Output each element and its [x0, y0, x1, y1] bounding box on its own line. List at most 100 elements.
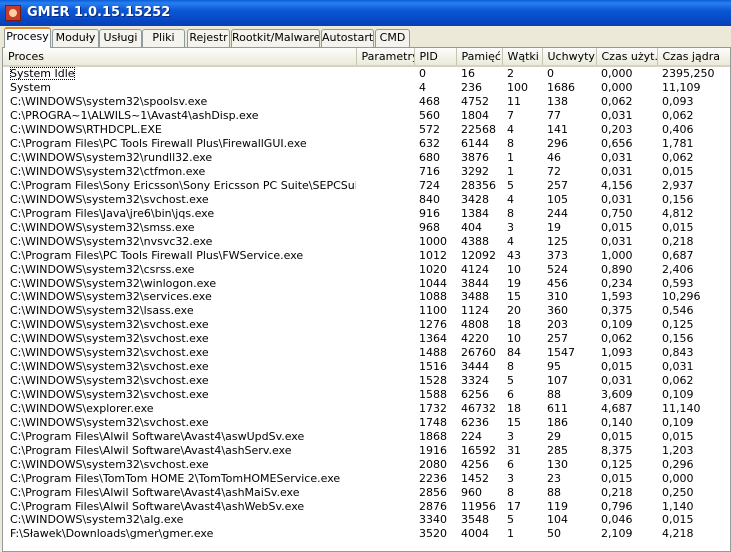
process-pid: 2856: [419, 485, 447, 499]
tab-procesy[interactable]: Procesy: [4, 27, 51, 48]
column-header-pamiec[interactable]: Pamięć: [456, 48, 503, 67]
table-row[interactable]: C:\WINDOWS\system32\svchost.exe 1488 26760…: [3, 346, 730, 360]
tab-cmd[interactable]: CMD: [375, 29, 410, 47]
process-params: [356, 360, 414, 374]
table-row[interactable]: C:\WINDOWS\system32\svchost.exe 1364 4220 1…: [3, 332, 730, 346]
table-row[interactable]: C:\Program Files\Java\jre6\bin\jqs.exe 91…: [3, 206, 730, 220]
table-row[interactable]: C:\WINDOWS\explorer.exe 1732 46732 18 611 4,6…: [3, 402, 730, 416]
table-row[interactable]: C:\Program Files\PC Tools Firewall Plus\…: [3, 248, 730, 262]
process-params: [356, 165, 414, 179]
table-row[interactable]: C:\WINDOWS\system32\alg.exe 3340 3548 5 104 0…: [3, 513, 730, 527]
table-row[interactable]: C:\Program Files\Alwil Software\Avast4\a…: [3, 485, 730, 499]
table-row[interactable]: F:\Sławek\Downloads\gmer\gmer.exe 3520 400…: [3, 527, 730, 541]
tab-rootkit-malware[interactable]: Rootkit/Malware: [231, 29, 320, 47]
process-handles: 310: [547, 290, 568, 304]
table-row[interactable]: C:\WINDOWS\system32\smss.exe 968 404 3 19 0,0…: [3, 220, 730, 234]
process-handles: 23: [547, 471, 561, 485]
table-row[interactable]: C:\WINDOWS\system32\lsass.exe 1100 1124 20 3…: [3, 304, 730, 318]
table-row[interactable]: C:\WINDOWS\system32\csrss.exe 1020 4124 10 5…: [3, 262, 730, 276]
table-row[interactable]: C:\Program Files\Sony Ericsson\Sony Eric…: [3, 179, 730, 193]
column-header-uchwyty[interactable]: Uchwyty: [542, 48, 597, 67]
column-header-czas-uzyt[interactable]: Czas użyt.: [596, 48, 658, 67]
process-handles: 0: [547, 67, 554, 81]
table-row[interactable]: C:\WINDOWS\system32\svchost.exe 1588 6256 6…: [3, 388, 730, 402]
tab-rejestr[interactable]: Rejestr: [187, 29, 230, 47]
process-user-time: 0,031: [601, 192, 633, 206]
process-name-text: C:\WINDOWS\system32\svchost.exe: [10, 192, 209, 206]
table-row[interactable]: C:\Program Files\TomTom HOME 2\TomTomHOM…: [3, 471, 730, 485]
process-user-time: 0,656: [601, 137, 633, 151]
process-threads: 84: [507, 346, 521, 360]
process-memory: 22568: [461, 123, 496, 137]
process-kernel-time: 0,093: [662, 95, 694, 109]
process-params: [356, 220, 414, 234]
table-row[interactable]: C:\WINDOWS\RTHDCPL.EXE 572 22568 4 141 0,203 0…: [3, 123, 730, 137]
process-user-time: 0,890: [601, 262, 633, 276]
process-memory: 224: [461, 429, 482, 443]
process-pid: 2236: [419, 471, 447, 485]
tab-strip: Procesy Moduły Usługi Pliki Rejestr Root…: [0, 26, 731, 48]
process-pid: 3340: [419, 513, 447, 527]
table-row[interactable]: C:\WINDOWS\system32\svchost.exe 840 3428 4 1…: [3, 192, 730, 206]
process-threads: 8: [507, 360, 514, 374]
process-name-text: C:\Program Files\Alwil Software\Avast4\a…: [10, 429, 305, 443]
table-row[interactable]: C:\Program Files\Alwil Software\Avast4\a…: [3, 443, 730, 457]
process-pid: 724: [419, 178, 440, 192]
process-threads: 7: [507, 109, 514, 123]
process-handles: 611: [547, 401, 568, 415]
table-row[interactable]: C:\WINDOWS\system32\spoolsv.exe 468 4752 11…: [3, 95, 730, 109]
column-header-parametry[interactable]: Parametry: [356, 48, 415, 67]
process-memory: 4004: [461, 527, 489, 541]
table-row[interactable]: C:\WINDOWS\system32\svchost.exe 2080 4256 6…: [3, 457, 730, 471]
tab-uslugi[interactable]: Usługi: [99, 29, 142, 47]
process-name: F:\Sławek\Downloads\gmer\gmer.exe: [3, 527, 356, 541]
column-header-czas-jadra[interactable]: Czas jądra: [657, 48, 730, 67]
tab-pliki[interactable]: Pliki: [142, 29, 185, 47]
process-user-time: 0,015: [601, 360, 633, 374]
table-row[interactable]: C:\WINDOWS\system32\rundll32.exe 680 3876 1…: [3, 151, 730, 165]
table-row[interactable]: C:\WINDOWS\system32\nvsvc32.exe 1000 4388 4…: [3, 234, 730, 248]
tab-autostart[interactable]: Autostart: [321, 29, 374, 47]
process-threads: 5: [507, 178, 514, 192]
table-row[interactable]: C:\Program Files\Alwil Software\Avast4\a…: [3, 499, 730, 513]
process-memory: 236: [461, 81, 482, 95]
process-pid: 1012: [419, 248, 447, 262]
table-row[interactable]: C:\WINDOWS\system32\svchost.exe 1276 4808 1…: [3, 318, 730, 332]
table-row[interactable]: C:\Program Files\Alwil Software\Avast4\a…: [3, 429, 730, 443]
table-row[interactable]: C:\WINDOWS\system32\svchost.exe 1528 3324 5…: [3, 374, 730, 388]
table-row[interactable]: C:\PROGRA~1\ALWILS~1\Avast4\ashDisp.exe 5…: [3, 109, 730, 123]
table-row[interactable]: C:\WINDOWS\system32\services.exe 1088 3488…: [3, 290, 730, 304]
process-name: System Idle: [3, 66, 356, 81]
table-row[interactable]: C:\Program Files\PC Tools Firewall Plus\…: [3, 137, 730, 151]
table-row[interactable]: C:\WINDOWS\system32\svchost.exe 1748 6236 1…: [3, 415, 730, 429]
table-row[interactable]: System 4 236 100 1686 0,000 11,109: [3, 81, 730, 95]
process-pid: 1516: [419, 360, 447, 374]
process-name: C:\WINDOWS\system32\svchost.exe: [3, 346, 356, 360]
process-params: [356, 346, 414, 360]
process-kernel-time: 0,843: [662, 346, 694, 360]
column-header-pid[interactable]: PID: [414, 48, 457, 67]
process-user-time: 0,140: [601, 415, 633, 429]
process-kernel-time: 0,546: [662, 304, 694, 318]
process-handles: 296: [547, 137, 568, 151]
process-user-time: 0,062: [601, 95, 633, 109]
process-name: C:\PROGRA~1\ALWILS~1\Avast4\ashDisp.exe: [3, 109, 356, 123]
tab-moduly[interactable]: Moduły: [52, 29, 99, 47]
table-row[interactable]: C:\WINDOWS\system32\ctfmon.exe 716 3292 1 72…: [3, 165, 730, 179]
process-kernel-time: 0,109: [662, 388, 694, 402]
process-name: C:\Program Files\Sony Ericsson\Sony Eric…: [3, 179, 356, 193]
process-pid: 1868: [419, 429, 447, 443]
table-row[interactable]: System Idle 0 16 2 0 0,000 2395,250: [3, 66, 730, 81]
process-handles: 257: [547, 332, 568, 346]
process-handles: 524: [547, 262, 568, 276]
process-table: Proces Parametry PID Pamięć Wątki Uchwyt…: [3, 48, 730, 541]
process-memory: 6236: [461, 415, 489, 429]
process-threads: 3: [507, 220, 514, 234]
process-name-text: C:\WINDOWS\system32\svchost.exe: [10, 374, 209, 388]
process-name-text: C:\WINDOWS\explorer.exe: [10, 401, 154, 415]
table-row[interactable]: C:\WINDOWS\system32\svchost.exe 1516 3444 8…: [3, 360, 730, 374]
table-row[interactable]: C:\WINDOWS\system32\winlogon.exe 1044 3844…: [3, 276, 730, 290]
process-memory: 1124: [461, 304, 489, 318]
column-header-watki[interactable]: Wątki: [502, 48, 543, 67]
column-header-proces[interactable]: Proces: [3, 48, 357, 67]
